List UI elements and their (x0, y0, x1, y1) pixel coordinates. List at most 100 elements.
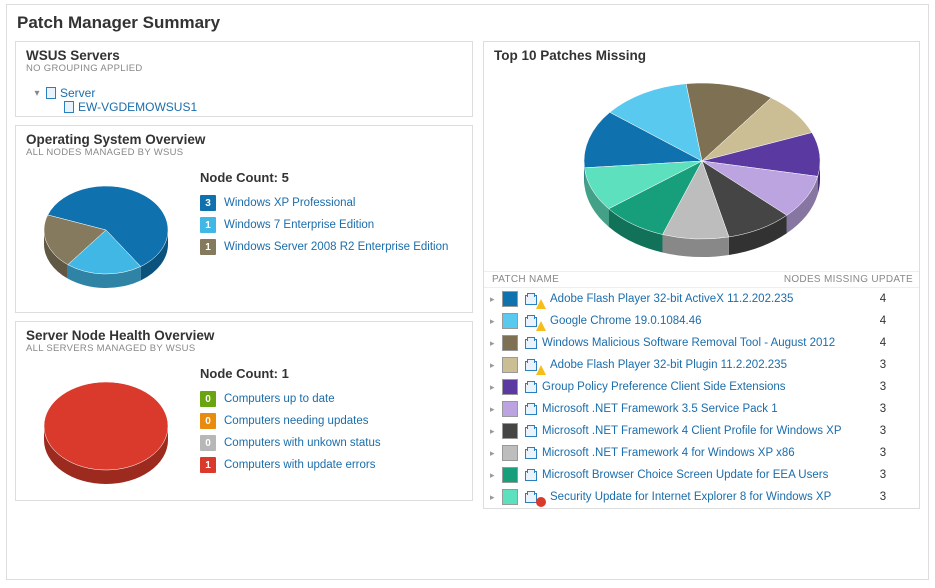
patch-row[interactable]: ▸ Windows Malicious Software Removal Tool… (484, 332, 919, 354)
expand-icon[interactable]: ▸ (490, 404, 500, 415)
wsus-servers-panel: WSUS Servers NO GROUPING APPLIED ▾ Serve… (15, 41, 473, 117)
col-nodes-missing: NODES MISSING UPDATE (773, 274, 913, 285)
os-panel-subtitle: ALL NODES MANAGED BY WSUS (26, 147, 462, 158)
os-legend-label[interactable]: Windows 7 Enterprise Edition (224, 219, 374, 231)
patch-name-link[interactable]: Microsoft .NET Framework 4 for Windows X… (542, 447, 853, 459)
expand-icon[interactable]: ▸ (490, 492, 500, 503)
os-legend-label[interactable]: Windows Server 2008 R2 Enterprise Editio… (224, 241, 448, 253)
expand-icon[interactable]: ▾ (32, 88, 42, 99)
os-pie-chart (26, 170, 186, 300)
tree-root-label[interactable]: Server (60, 86, 95, 100)
expand-icon[interactable]: ▸ (490, 294, 500, 305)
expand-icon[interactable]: ▸ (490, 316, 500, 327)
patch-name-link[interactable]: Windows Malicious Software Removal Tool … (542, 337, 853, 349)
server-icon (64, 101, 74, 113)
nodes-missing-count: 3 (853, 491, 913, 503)
health-legend-row[interactable]: 0Computers with unkown status (200, 435, 462, 451)
wsus-panel-title: WSUS Servers (26, 48, 462, 63)
os-legend-row[interactable]: 1 Windows Server 2008 R2 Enterprise Editi… (200, 239, 462, 255)
expand-icon[interactable]: ▸ (490, 426, 500, 437)
os-overview-panel: Operating System Overview ALL NODES MANA… (15, 125, 473, 313)
health-legend-row[interactable]: 0 Computers needing updates (200, 413, 462, 429)
tree-row-root[interactable]: ▾ Server (22, 86, 466, 100)
os-legend-row[interactable]: 3 Windows XP Professional (200, 195, 462, 211)
os-node-count: Node Count: 5 (200, 170, 462, 185)
health-legend-label[interactable]: Computers with unkown status (224, 437, 381, 449)
patch-name-link[interactable]: Microsoft Browser Choice Screen Update f… (542, 469, 853, 481)
top-patches-pie-chart (552, 69, 852, 269)
patch-row[interactable]: ▸ Group Policy Preference Client Side Ext… (484, 376, 919, 398)
health-panel-subtitle: ALL SERVERS MANAGED BY WSUS (26, 343, 462, 354)
server-group-icon (46, 87, 56, 99)
package-icon (524, 337, 538, 349)
expand-icon[interactable]: ▸ (490, 382, 500, 393)
nodes-missing-count: 3 (853, 381, 913, 393)
package-icon (524, 293, 538, 305)
health-panel-title: Server Node Health Overview (26, 328, 462, 343)
color-swatch (502, 467, 518, 483)
count-badge: 1 (200, 239, 216, 255)
patch-row[interactable]: ▸ Microsoft .NET Framework 4 Client Profi… (484, 420, 919, 442)
health-legend-label[interactable]: Computers with update errors (224, 459, 375, 471)
patch-row[interactable]: ▸ Microsoft .NET Framework 4 for Windows … (484, 442, 919, 464)
expand-icon[interactable]: ▸ (490, 338, 500, 349)
health-legend-label[interactable]: Computers needing updates (224, 415, 369, 427)
color-swatch (502, 313, 518, 329)
patch-row[interactable]: ▸ Microsoft Browser Choice Screen Update … (484, 464, 919, 486)
error-icon (536, 497, 546, 507)
os-panel-title: Operating System Overview (26, 132, 462, 147)
health-legend-row[interactable]: 1 Computers with update errors (200, 457, 462, 473)
nodes-missing-count: 3 (853, 469, 913, 481)
patch-row[interactable]: ▸ Google Chrome 19.0.1084.464 (484, 310, 919, 332)
color-swatch (502, 291, 518, 307)
patch-name-link[interactable]: Adobe Flash Player 32-bit Plugin 11.2.20… (550, 359, 853, 371)
patch-name-link[interactable]: Microsoft .NET Framework 3.5 Service Pac… (542, 403, 853, 415)
patch-row[interactable]: ▸ Security Update for Internet Explorer 8… (484, 486, 919, 508)
count-badge: 1 (200, 457, 216, 473)
package-icon (524, 381, 538, 393)
patch-name-link[interactable]: Group Policy Preference Client Side Exte… (542, 381, 853, 393)
nodes-missing-count: 4 (853, 315, 913, 327)
page-title: Patch Manager Summary (17, 13, 920, 33)
nodes-missing-count: 3 (853, 359, 913, 371)
package-icon (524, 447, 538, 459)
health-legend-row[interactable]: 0 Computers up to date (200, 391, 462, 407)
tree-child-label[interactable]: EW-VGDEMOWSUS1 (78, 100, 197, 114)
health-legend-label[interactable]: Computers up to date (224, 393, 335, 405)
health-node-count: Node Count: 1 (200, 366, 462, 381)
tree-row-child[interactable]: EW-VGDEMOWSUS1 (22, 100, 466, 114)
color-swatch (502, 357, 518, 373)
color-swatch (502, 445, 518, 461)
color-swatch (502, 401, 518, 417)
patch-name-link[interactable]: Security Update for Internet Explorer 8 … (550, 491, 853, 503)
top-patches-title: Top 10 Patches Missing (494, 48, 909, 63)
package-icon (524, 403, 538, 415)
package-icon (524, 359, 538, 371)
expand-icon[interactable]: ▸ (490, 470, 500, 481)
color-swatch (502, 379, 518, 395)
nodes-missing-count: 4 (853, 337, 913, 349)
color-swatch (502, 335, 518, 351)
patch-row[interactable]: ▸ Microsoft .NET Framework 3.5 Service Pa… (484, 398, 919, 420)
os-legend-row[interactable]: 1 Windows 7 Enterprise Edition (200, 217, 462, 233)
expand-icon[interactable]: ▸ (490, 360, 500, 371)
color-swatch (502, 423, 518, 439)
top-patches-panel: Top 10 Patches Missing PATCH NAME NODES … (483, 41, 920, 509)
expand-icon[interactable]: ▸ (490, 448, 500, 459)
count-badge: 3 (200, 195, 216, 211)
patch-name-link[interactable]: Adobe Flash Player 32-bit ActiveX 11.2.2… (550, 293, 853, 305)
count-badge: 1 (200, 217, 216, 233)
package-icon (524, 315, 538, 327)
os-legend-label[interactable]: Windows XP Professional (224, 197, 355, 209)
count-badge: 0 (200, 413, 216, 429)
nodes-missing-count: 3 (853, 425, 913, 437)
package-icon (524, 425, 538, 437)
patch-row[interactable]: ▸ Adobe Flash Player 32-bit ActiveX 11.2.… (484, 288, 919, 310)
nodes-missing-count: 3 (853, 403, 913, 415)
patch-name-link[interactable]: Microsoft .NET Framework 4 Client Profil… (542, 425, 853, 437)
count-badge: 0 (200, 391, 216, 407)
health-overview-panel: Server Node Health Overview ALL SERVERS … (15, 321, 473, 501)
wsus-panel-subtitle: NO GROUPING APPLIED (26, 63, 462, 74)
patch-row[interactable]: ▸ Adobe Flash Player 32-bit Plugin 11.2.2… (484, 354, 919, 376)
patch-name-link[interactable]: Google Chrome 19.0.1084.46 (550, 315, 853, 327)
